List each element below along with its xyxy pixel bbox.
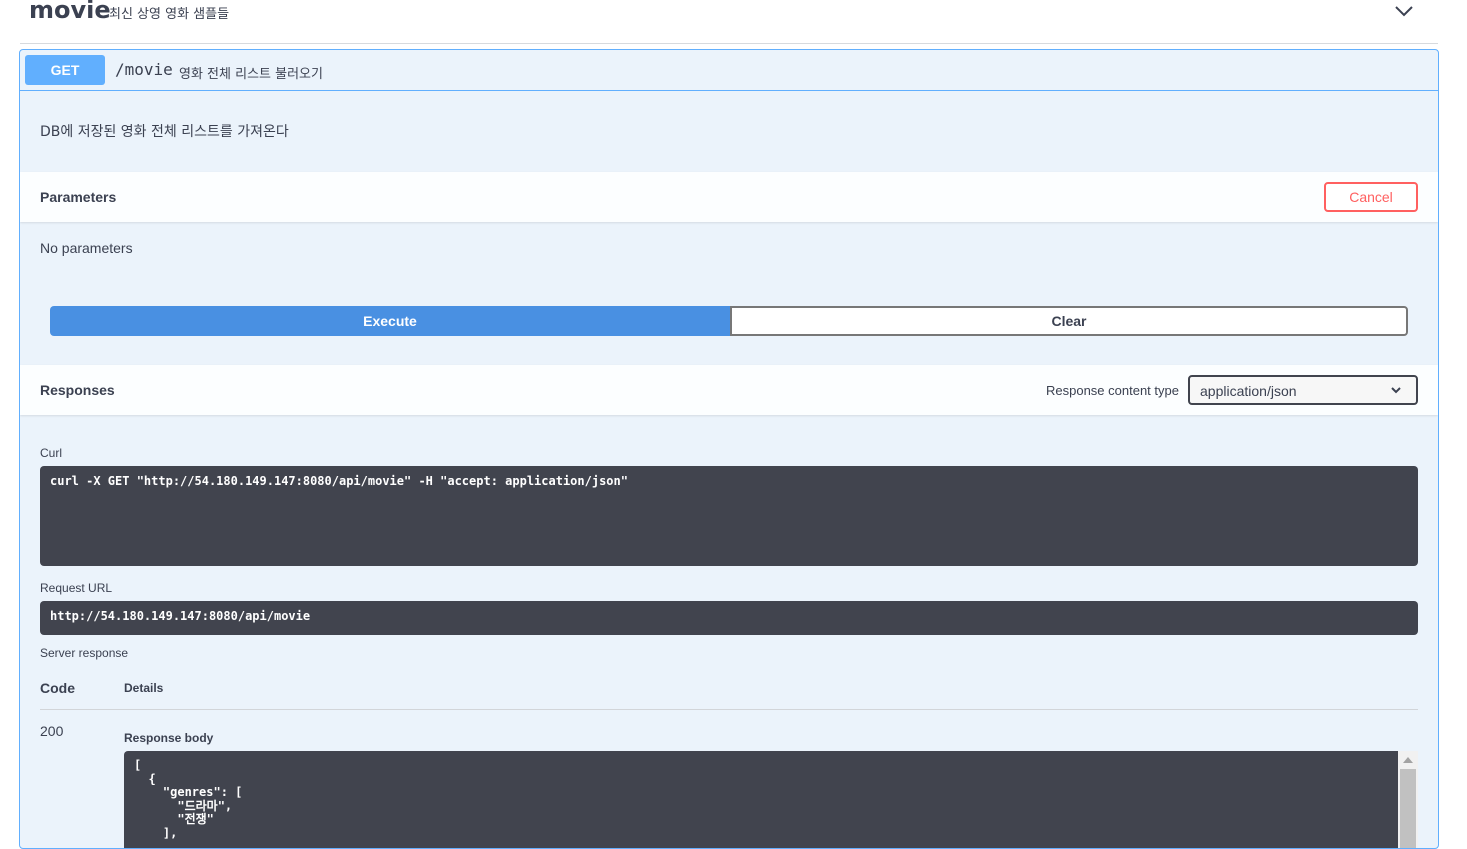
- code-column-header: Code: [40, 680, 75, 696]
- scroll-up-arrow-icon[interactable]: [1403, 757, 1413, 763]
- response-body-scrollbar[interactable]: [1398, 751, 1418, 848]
- request-url-label: Request URL: [40, 581, 113, 595]
- operation-summary[interactable]: GET /movie 영화 전체 리스트 불러오기: [20, 50, 1438, 91]
- execute-button[interactable]: Execute: [50, 306, 730, 336]
- response-content-type-label: Response content type: [1046, 383, 1179, 398]
- details-column-header: Details: [124, 681, 164, 695]
- parameters-title: Parameters: [40, 189, 117, 205]
- response-body[interactable]: [ { "genres": [ "드라마", "전쟁" ],: [124, 751, 1416, 848]
- no-parameters-text: No parameters: [40, 240, 133, 256]
- status-code: 200: [40, 723, 64, 739]
- method-badge: GET: [25, 55, 105, 85]
- clear-button[interactable]: Clear: [730, 306, 1408, 336]
- operation-block: GET /movie 영화 전체 리스트 불러오기 DB에 저장된 영화 전체 …: [19, 49, 1439, 849]
- tag-name: movie: [29, 0, 111, 24]
- response-content-type-select[interactable]: application/json: [1188, 375, 1418, 405]
- operation-description: DB에 저장된 영화 전체 리스트를 가져온다: [40, 124, 289, 140]
- scroll-thumb[interactable]: [1400, 769, 1416, 848]
- server-response-label: Server response: [40, 646, 129, 660]
- responses-title: Responses: [40, 382, 115, 398]
- responses-header: Responses Response content type applicat…: [20, 365, 1438, 415]
- parameters-header: Parameters Cancel: [20, 172, 1438, 222]
- cancel-button[interactable]: Cancel: [1324, 182, 1418, 212]
- response-body-label: Response body: [124, 731, 214, 745]
- curl-label: Curl: [40, 446, 63, 460]
- execute-wrapper: Execute Clear: [50, 306, 1408, 336]
- tag-header[interactable]: movie 최신 상영 영화 샘플들: [20, 0, 1438, 44]
- chevron-down-icon: [1391, 387, 1401, 394]
- response-table-header: Code Details: [40, 678, 1418, 710]
- request-url-box[interactable]: http://54.180.149.147:8080/api/movie: [40, 601, 1418, 635]
- operation-path: /movie: [115, 60, 173, 79]
- tag-description: 최신 상영 영화 샘플들: [109, 7, 230, 22]
- chevron-down-icon[interactable]: [1393, 2, 1415, 20]
- response-content-type-value: application/json: [1200, 383, 1297, 399]
- operation-summary-text: 영화 전체 리스트 불러오기: [179, 67, 323, 82]
- curl-command-box[interactable]: curl -X GET "http://54.180.149.147:8080/…: [40, 466, 1418, 566]
